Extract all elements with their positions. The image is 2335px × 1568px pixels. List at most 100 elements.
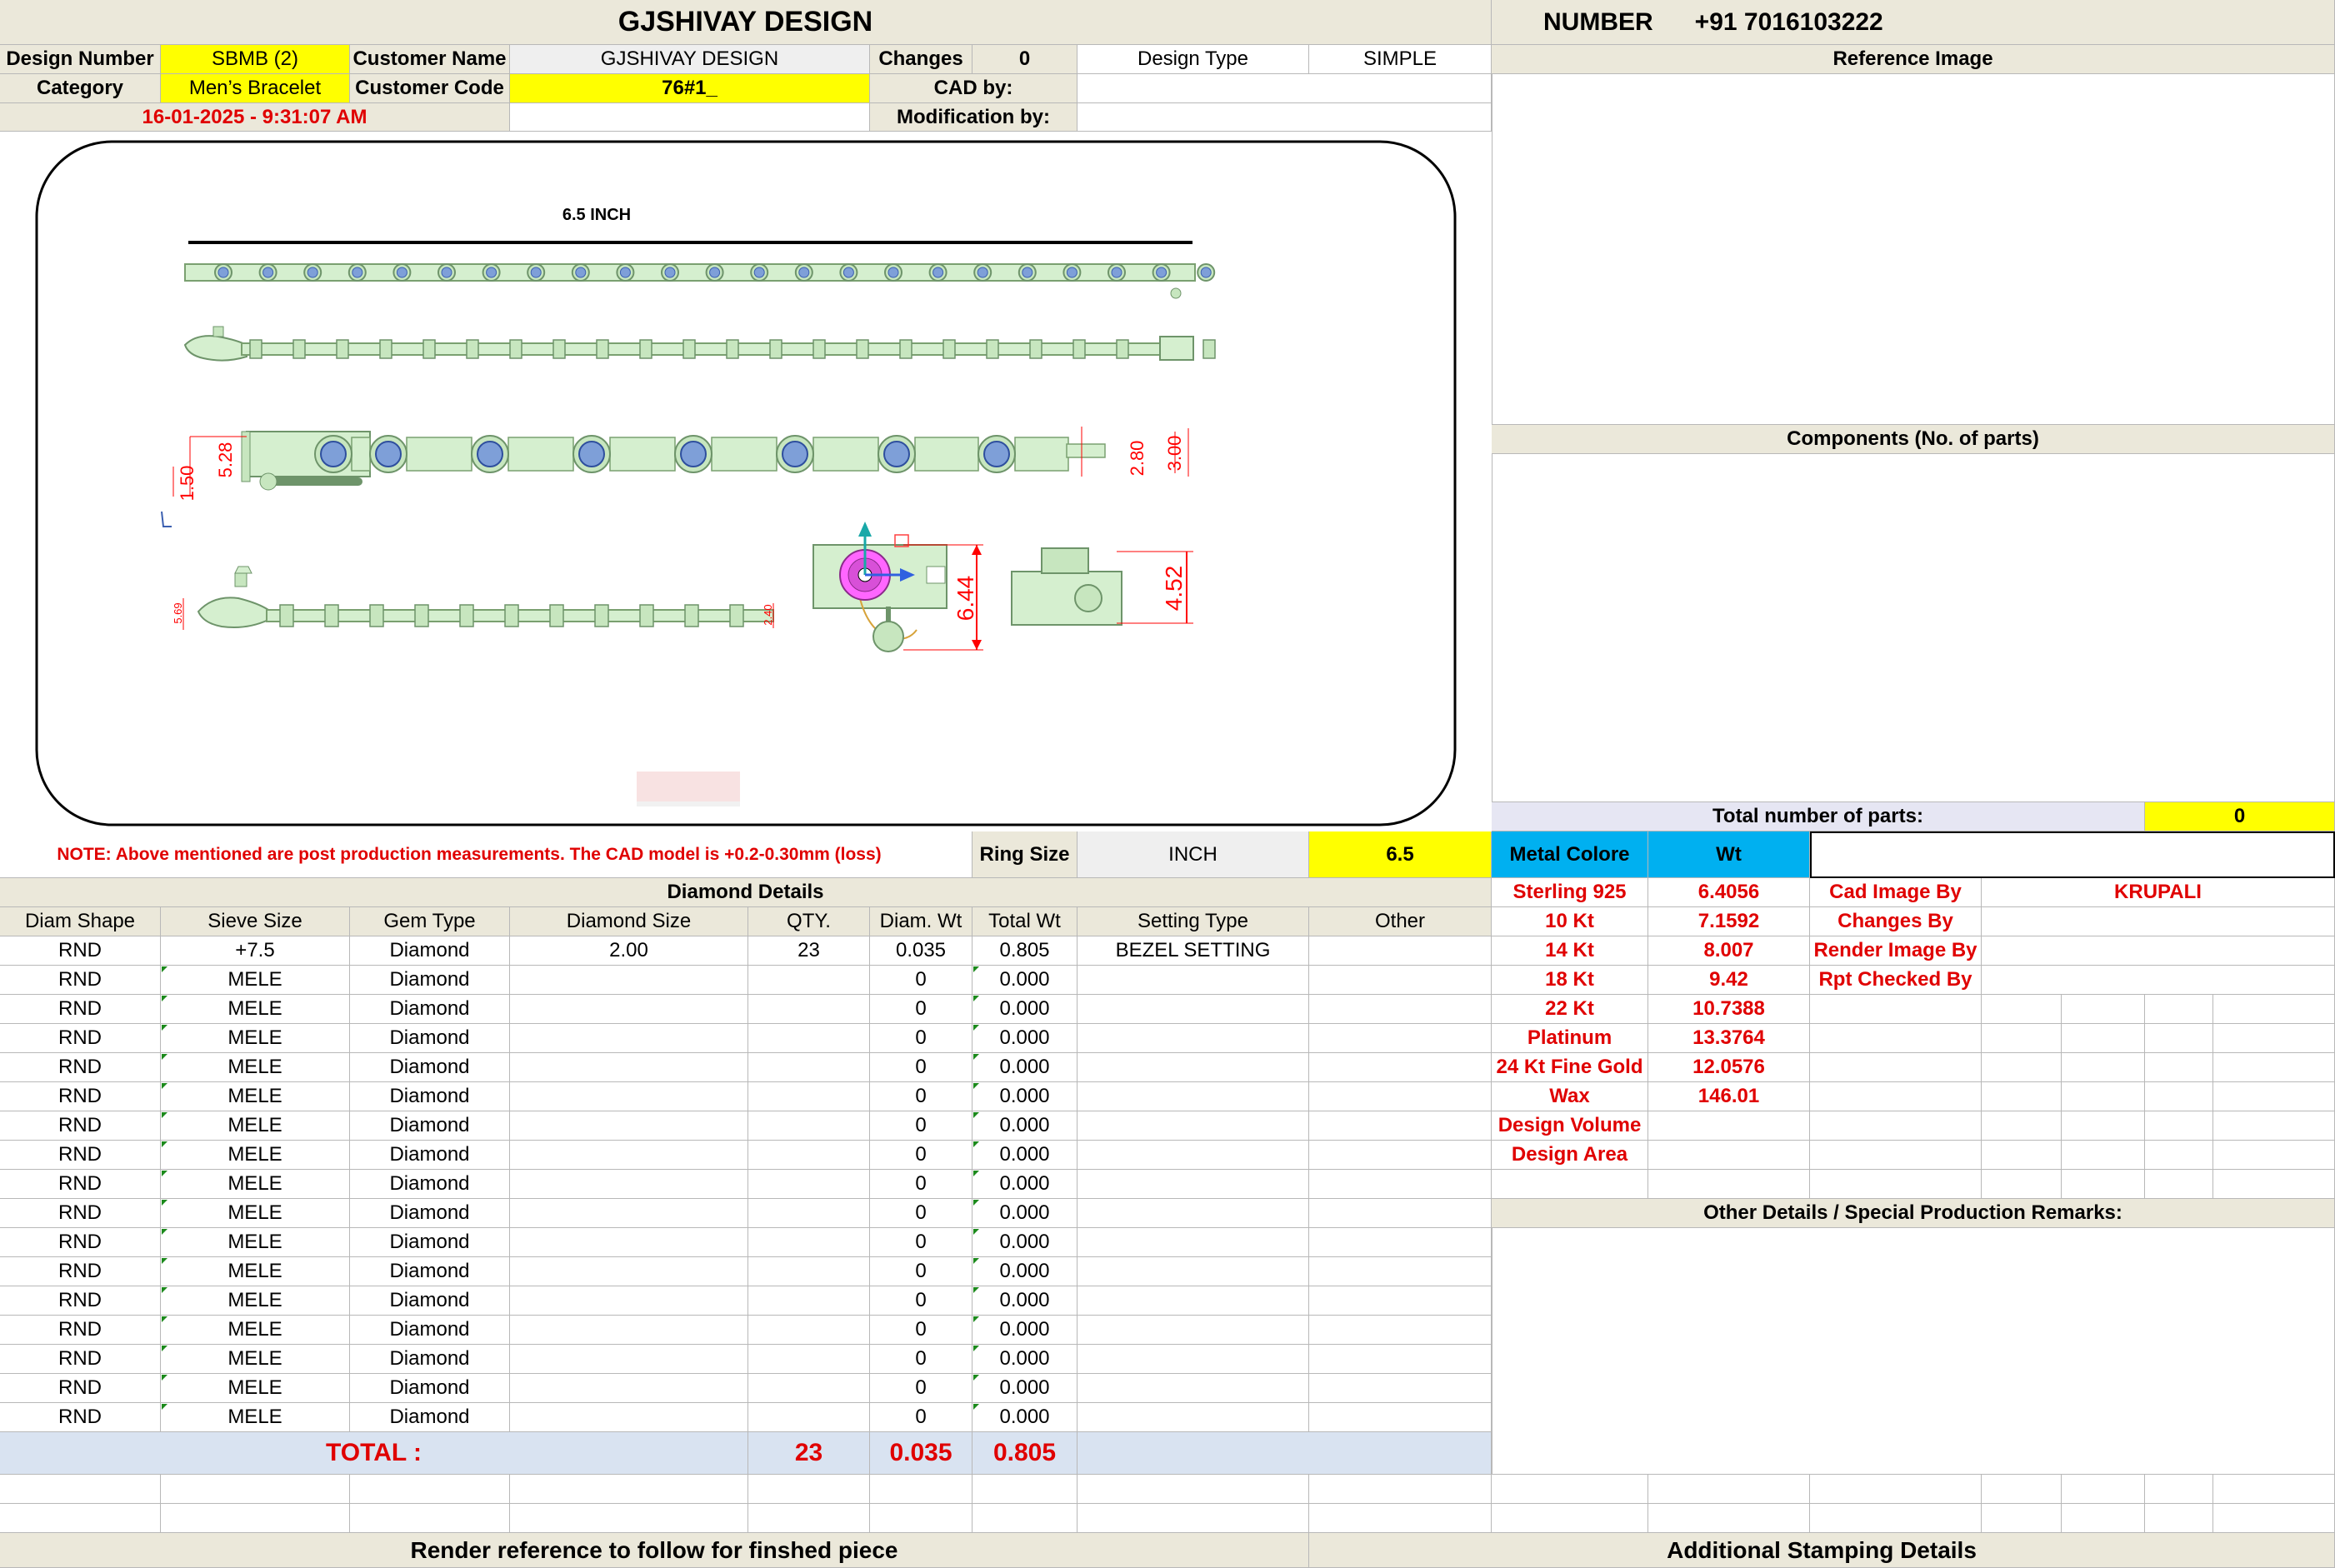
diamond-stone: [1156, 267, 1168, 278]
table-cell-sieve-size[interactable]: MELE: [161, 1286, 350, 1316]
table-cell-diam-shape: RND: [0, 1316, 161, 1345]
blank-cell: [1492, 1504, 1648, 1533]
table-cell-gem-type: Diamond: [350, 1170, 510, 1199]
link-joint: [942, 339, 956, 359]
table-cell-total-wt: 0.000: [972, 1257, 1078, 1286]
table-cell-sieve-size[interactable]: MELE: [161, 1316, 350, 1345]
diamond-stone: [932, 267, 944, 278]
table-cell-qty: 23: [748, 936, 870, 966]
metal-grid-blank: [1982, 1053, 2062, 1082]
cell-marker: [973, 1112, 979, 1118]
table-cell-sieve-size[interactable]: MELE: [161, 1228, 350, 1257]
cell-marker: [973, 1171, 979, 1176]
table-cell-sieve-size[interactable]: MELE: [161, 1199, 350, 1228]
table-cell-sieve-size[interactable]: MELE: [161, 1257, 350, 1286]
cell-marker: [973, 996, 979, 1001]
link-joint: [726, 339, 739, 359]
diamond-stone: [798, 267, 810, 278]
cell-marker: [162, 1025, 168, 1031]
cell-marker: [162, 1200, 168, 1206]
table-cell-other: [1309, 1053, 1492, 1082]
metal-color-label: Metal Colore: [1492, 831, 1648, 878]
diamond-stone: [619, 267, 631, 278]
customer-name-value: GJSHIVAY DESIGN: [510, 45, 870, 74]
link-joint: [459, 604, 474, 627]
link-joint: [812, 339, 826, 359]
table-cell-gem-type: Diamond: [350, 966, 510, 995]
cell-marker: [973, 1054, 979, 1060]
link-joint: [594, 604, 609, 627]
cell-marker: [973, 1375, 979, 1381]
metal-name: Sterling 925: [1492, 878, 1648, 907]
table-cell-setting-type: [1078, 1111, 1309, 1141]
blank-cell: [870, 1504, 972, 1533]
blank-cell: [2213, 1475, 2335, 1504]
table-cell-sieve-size[interactable]: MELE: [161, 1170, 350, 1199]
table-cell-sieve-size[interactable]: MELE: [161, 1111, 350, 1141]
blank-cell: [510, 1475, 748, 1504]
table-cell-total-wt: 0.805: [972, 936, 1078, 966]
table-cell-sieve-size[interactable]: MELE: [161, 1082, 350, 1111]
cad-by-value: [1078, 74, 1492, 103]
changes-label: Changes: [870, 45, 972, 74]
link-bar: [711, 437, 778, 472]
table-cell-sieve-size[interactable]: MELE: [161, 995, 350, 1024]
category-label: Category: [0, 74, 161, 103]
table-cell-sieve-size[interactable]: MELE: [161, 1345, 350, 1374]
metal-grid-blank: [1810, 1170, 1982, 1199]
table-cell-qty: [748, 1403, 870, 1432]
table-cell-sieve-size[interactable]: +7.5: [161, 936, 350, 966]
metal-weight: 13.3764: [1648, 1024, 1810, 1053]
table-cell-sieve-size[interactable]: MELE: [161, 1403, 350, 1432]
table-cell-qty: [748, 1199, 870, 1228]
table-cell-sieve-size[interactable]: MELE: [161, 1024, 350, 1053]
blank-cell: [1648, 1504, 1810, 1533]
table-cell-total-wt: 0.000: [972, 1170, 1078, 1199]
table-cell-diamond-size: [510, 1228, 748, 1257]
table-cell-other: [1309, 1141, 1492, 1170]
metal-weight: [1648, 1111, 1810, 1141]
faint-seal: [637, 772, 740, 806]
diamond-stone: [578, 441, 605, 467]
cell-marker: [973, 1316, 979, 1322]
table-cell-total-wt: 0.000: [972, 1141, 1078, 1170]
column-header-total-wt: Total Wt: [972, 907, 1078, 936]
table-cell-sieve-size[interactable]: MELE: [161, 1141, 350, 1170]
column-header-diam-wt: Diam. Wt: [870, 907, 972, 936]
link-joint: [249, 339, 262, 359]
cell-marker: [973, 1083, 979, 1089]
metal-grid-blank: [1810, 1024, 1982, 1053]
cell-marker: [162, 1404, 168, 1410]
other-details-label: Other Details / Special Production Remar…: [1492, 1199, 2335, 1228]
blank-cell: [748, 1504, 870, 1533]
metal-weight: 6.4056: [1648, 878, 1810, 907]
table-cell-diamond-size: [510, 1053, 748, 1082]
credit-value: [1982, 936, 2335, 966]
table-cell-total-wt: 0.000: [972, 1403, 1078, 1432]
customer-code-label: Customer Code: [350, 74, 510, 103]
table-cell-gem-type: Diamond: [350, 1403, 510, 1432]
metal-name: 22 Kt: [1492, 995, 1648, 1024]
company-title: GJSHIVAY DESIGN: [0, 0, 1492, 45]
table-cell-diam-shape: RND: [0, 1111, 161, 1141]
blank-cell: [1078, 1504, 1309, 1533]
blank-cell: [1492, 1475, 1648, 1504]
metal-grid-blank: [2145, 1082, 2213, 1111]
table-cell-sieve-size[interactable]: MELE: [161, 1053, 350, 1082]
table-cell-sieve-size[interactable]: MELE: [161, 1374, 350, 1403]
table-cell-qty: [748, 966, 870, 995]
cell-marker: [162, 1258, 168, 1264]
metal-grid-blank: [1982, 1141, 2062, 1170]
metal-name: Wax: [1492, 1082, 1648, 1111]
metal-weight: 7.1592: [1648, 907, 1810, 936]
reference-image-label: Reference Image: [1492, 45, 2335, 74]
blank-cell: [870, 1475, 972, 1504]
table-cell-setting-type: [1078, 1141, 1309, 1170]
table-cell-diamond-size: [510, 1374, 748, 1403]
blank-cell: [1078, 1475, 1309, 1504]
diamond-stone: [375, 441, 402, 467]
table-cell-sieve-size[interactable]: MELE: [161, 966, 350, 995]
cell-marker: [973, 1258, 979, 1264]
table-cell-total-wt: 0.000: [972, 966, 1078, 995]
metal-grid-blank: [2062, 1082, 2145, 1111]
